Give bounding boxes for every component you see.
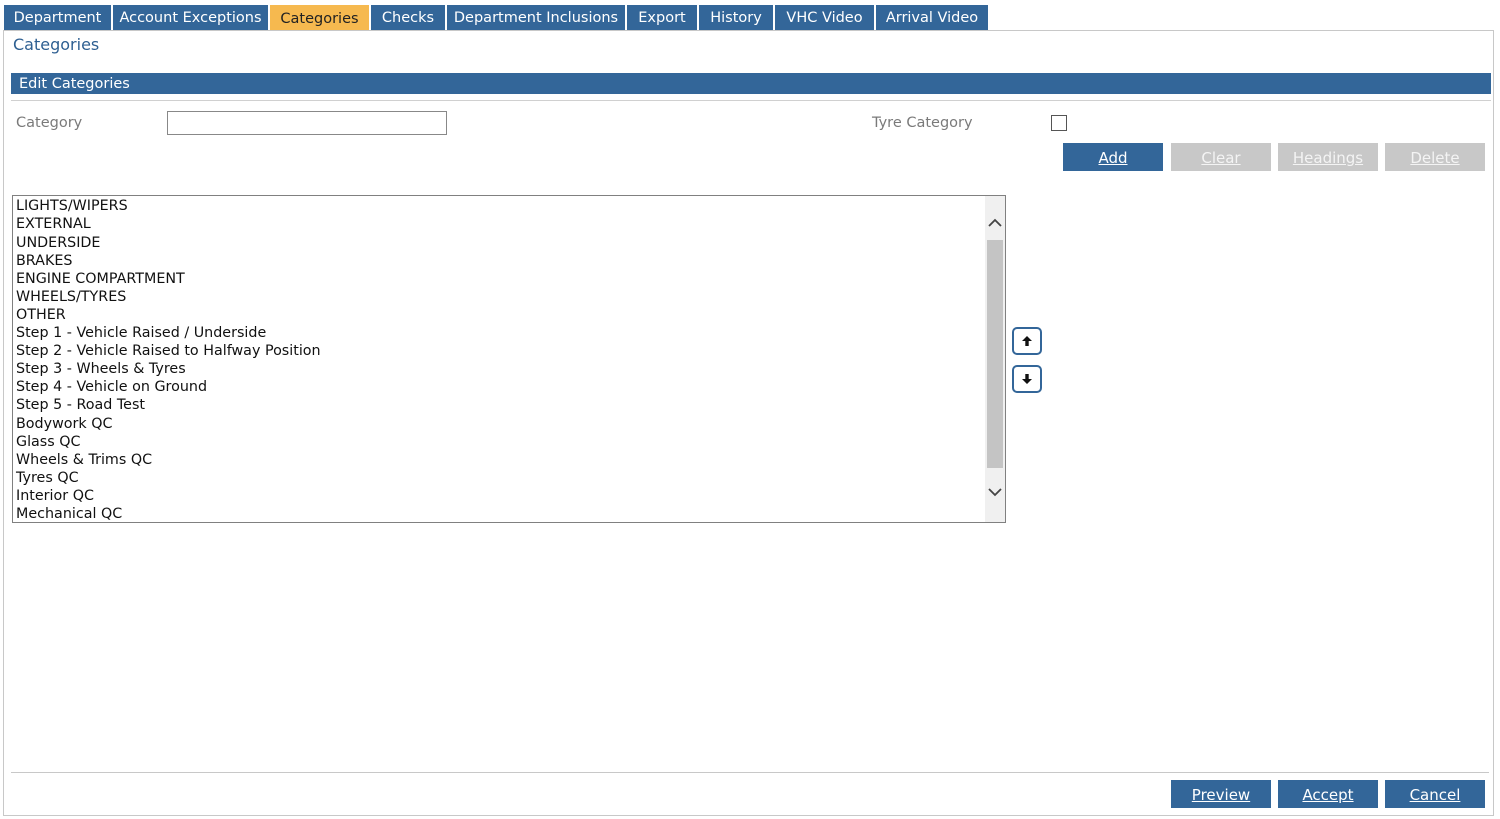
tyre-category-label: Tyre Category — [872, 115, 973, 131]
page-title: Categories — [13, 35, 100, 54]
list-item[interactable]: Step 3 - Wheels & Tyres — [16, 360, 186, 378]
category-label: Category — [16, 115, 83, 131]
accept-button[interactable]: Accept — [1278, 780, 1378, 808]
tab-checks[interactable]: Checks — [371, 5, 445, 31]
arrow-down-icon — [1022, 374, 1032, 384]
section-header: Edit Categories — [11, 73, 1491, 94]
delete-button[interactable]: Delete — [1385, 143, 1485, 171]
tab-export[interactable]: Export — [627, 5, 697, 31]
chevron-down-icon[interactable] — [985, 484, 1005, 504]
section-divider — [11, 100, 1491, 101]
list-item[interactable]: UNDERSIDE — [16, 234, 100, 252]
list-item[interactable]: EXTERNAL — [16, 215, 91, 233]
list-item[interactable]: Step 2 - Vehicle Raised to Halfway Posit… — [16, 342, 321, 360]
list-item[interactable]: Step 5 - Road Test — [16, 396, 145, 414]
preview-button[interactable]: Preview — [1171, 780, 1271, 808]
cancel-button[interactable]: Cancel — [1385, 780, 1485, 808]
tab-arrival-video[interactable]: Arrival Video — [876, 5, 988, 31]
footer-divider — [11, 772, 1489, 773]
list-item[interactable]: Step 1 - Vehicle Raised / Underside — [16, 324, 266, 342]
tab-department-inclusions[interactable]: Department Inclusions — [447, 5, 625, 31]
headings-button[interactable]: Headings — [1278, 143, 1378, 171]
list-item[interactable]: OTHER — [16, 306, 66, 324]
move-up-button[interactable] — [1012, 327, 1042, 355]
chevron-up-icon[interactable] — [985, 214, 1005, 234]
tab-history[interactable]: History — [699, 5, 773, 31]
arrow-up-icon — [1022, 336, 1032, 346]
list-scrollbar[interactable] — [985, 196, 1005, 522]
add-button[interactable]: Add — [1063, 143, 1163, 171]
list-item[interactable]: LIGHTS/WIPERS — [16, 197, 128, 215]
category-listbox[interactable]: LIGHTS/WIPERS EXTERNAL UNDERSIDE BRAKES … — [12, 195, 1006, 523]
tyre-category-checkbox[interactable] — [1051, 115, 1067, 131]
list-item[interactable]: BRAKES — [16, 252, 72, 270]
list-item[interactable]: Wheels & Trims QC — [16, 451, 152, 469]
category-input[interactable] — [167, 111, 447, 135]
list-item[interactable]: Interior QC — [16, 487, 94, 505]
move-down-button[interactable] — [1012, 365, 1042, 393]
list-item[interactable]: WHEELS/TYRES — [16, 288, 126, 306]
tab-strip: Department Account Exceptions Categories… — [4, 5, 990, 31]
tab-vhc-video[interactable]: VHC Video — [775, 5, 874, 31]
scroll-thumb[interactable] — [987, 240, 1003, 468]
list-item[interactable]: Bodywork QC — [16, 415, 112, 433]
clear-button[interactable]: Clear — [1171, 143, 1271, 171]
tab-categories[interactable]: Categories — [270, 5, 369, 31]
list-item[interactable]: Step 4 - Vehicle on Ground — [16, 378, 207, 396]
list-item[interactable]: ENGINE COMPARTMENT — [16, 270, 185, 288]
list-item[interactable]: Mechanical QC — [16, 505, 122, 522]
list-item[interactable]: Glass QC — [16, 433, 81, 451]
list-item[interactable]: Tyres QC — [16, 469, 79, 487]
tab-account-exceptions[interactable]: Account Exceptions — [113, 5, 268, 31]
tab-department[interactable]: Department — [4, 5, 111, 31]
